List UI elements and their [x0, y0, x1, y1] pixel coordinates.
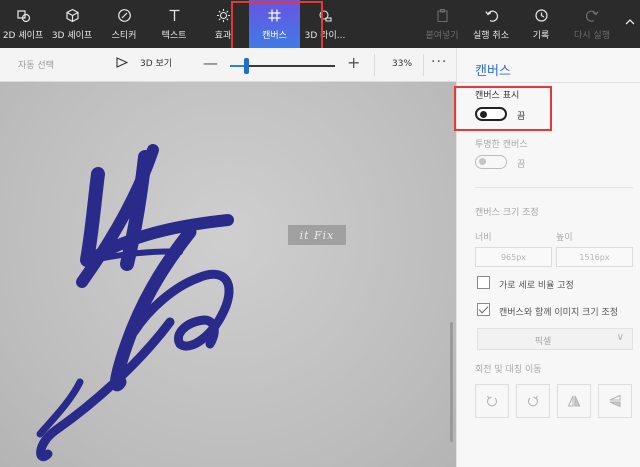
- canvas-icon: [267, 7, 283, 23]
- history-icon: [533, 7, 549, 23]
- 3d-view-icon: [116, 57, 128, 68]
- history-button[interactable]: 기록: [518, 0, 564, 48]
- paste-label: 붙여넣기: [425, 31, 459, 41]
- zoom-slider-thumb[interactable]: [243, 58, 249, 74]
- show-canvas-state: 끔: [517, 112, 526, 122]
- canvas-properties-panel: 캔버스 캔버스 표시 끔 투명한 캔버스 끔 캔버스 크기 조정 너비 높이 9…: [456, 48, 640, 467]
- tool-stickers[interactable]: 스티커: [98, 0, 150, 48]
- tool-label: 캔버스: [262, 31, 287, 41]
- resize-image-checkbox[interactable]: [477, 303, 490, 316]
- paste-icon: [434, 7, 450, 23]
- divider: [374, 54, 375, 76]
- zoom-out-button[interactable]: —: [203, 54, 218, 72]
- height-label: 높이: [556, 233, 573, 243]
- resize-image-label: 캔버스와 함께 이미지 크기 조정: [499, 308, 619, 318]
- view-bar: 자동 선택 3D 보기 — + 33% ···: [0, 48, 456, 82]
- redo-button[interactable]: 다시 실행: [566, 0, 618, 48]
- section-divider: [475, 187, 633, 188]
- zoom-slider[interactable]: [230, 58, 335, 74]
- toggle-knob: [479, 158, 486, 165]
- rotate-right-icon: [527, 395, 539, 407]
- redo-label: 다시 실행: [574, 31, 610, 41]
- lock-aspect-checkbox[interactable]: [477, 276, 490, 289]
- unit-select-value: 픽셀: [534, 337, 552, 347]
- brush-strokes-drawing: [36, 144, 234, 461]
- 3d-library-icon: [317, 7, 333, 23]
- view-3d-label: 3D 보기: [140, 59, 173, 69]
- flip-vertical-button[interactable]: [598, 384, 632, 418]
- effects-icon: [215, 7, 231, 23]
- tool-label: 스티커: [111, 31, 137, 41]
- undo-button[interactable]: 실행 취소: [466, 0, 516, 48]
- tool-3d-library[interactable]: 3D 라이...: [300, 0, 350, 48]
- 2d-shapes-icon: [15, 7, 31, 23]
- transparent-canvas-state: 끔: [517, 160, 526, 170]
- panel-title: 캔버스: [475, 64, 511, 79]
- tool-label: 3D 셰이프: [51, 31, 93, 41]
- tool-canvas[interactable]: 캔버스: [249, 0, 300, 48]
- panel-header-divider: [457, 82, 640, 83]
- rotate-left-icon: [486, 395, 498, 407]
- flip-horizontal-icon: [567, 395, 581, 407]
- width-label: 너비: [475, 233, 492, 243]
- resize-section-title: 캔버스 크기 조정: [475, 208, 539, 218]
- transparent-canvas-label: 투명한 캔버스: [475, 140, 528, 150]
- tool-text[interactable]: 텍스트: [150, 0, 198, 48]
- tool-label: 3D 라이...: [304, 31, 346, 41]
- watermark: it Fix: [288, 225, 346, 245]
- divider: [423, 54, 424, 76]
- canvas-height-input[interactable]: 1516px: [556, 247, 633, 267]
- auto-select-toggle[interactable]: 자동 선택: [18, 58, 54, 71]
- text-icon: [166, 7, 182, 23]
- tool-effects[interactable]: 효과: [198, 0, 248, 48]
- rotate-left-button[interactable]: [475, 384, 509, 418]
- drawing-canvas[interactable]: it Fix: [0, 82, 456, 467]
- tool-3d-shapes[interactable]: 3D 셰이프: [46, 0, 98, 48]
- collapse-toolbar-button[interactable]: [620, 0, 640, 48]
- unit-select[interactable]: 픽셀 ∨: [477, 328, 633, 350]
- redo-icon: [584, 7, 600, 23]
- transparent-canvas-toggle[interactable]: [475, 155, 507, 169]
- tool-label: 텍스트: [161, 31, 187, 41]
- undo-icon: [483, 7, 499, 23]
- show-canvas-label: 캔버스 표시: [475, 91, 520, 101]
- zoom-in-button[interactable]: +: [347, 53, 360, 72]
- chevron-up-icon: [622, 14, 638, 30]
- tool-2d-shapes[interactable]: 2D 셰이프: [0, 0, 46, 48]
- more-options-button[interactable]: ···: [431, 54, 447, 70]
- flip-horizontal-button[interactable]: [557, 384, 591, 418]
- flip-vertical-icon: [609, 394, 621, 408]
- chevron-down-icon: ∨: [616, 332, 624, 343]
- zoom-percent[interactable]: 33%: [392, 59, 412, 69]
- vertical-scrollbar[interactable]: [450, 322, 453, 442]
- undo-label: 실행 취소: [473, 31, 509, 41]
- top-toolbar: 2D 셰이프 3D 셰이프 스티커 텍스트 효과 캔버스 3D 라이... 붙여…: [0, 0, 640, 48]
- rotate-right-button[interactable]: [516, 384, 550, 418]
- tool-label: 효과: [214, 31, 232, 41]
- lock-aspect-label: 가로 세로 비율 고정: [499, 281, 574, 291]
- history-label: 기록: [532, 31, 550, 41]
- show-canvas-toggle[interactable]: [475, 107, 507, 121]
- sticker-icon: [116, 7, 132, 23]
- 3d-shapes-icon: [64, 7, 80, 23]
- tool-label: 2D 셰이프: [2, 31, 44, 41]
- toggle-knob: [480, 111, 487, 118]
- rotate-section-title: 회전 및 대칭 이동: [475, 365, 542, 375]
- canvas-width-input[interactable]: 965px: [475, 247, 552, 267]
- view-3d-button[interactable]: 3D 보기: [116, 56, 172, 69]
- paste-button[interactable]: 붙여넣기: [418, 0, 466, 48]
